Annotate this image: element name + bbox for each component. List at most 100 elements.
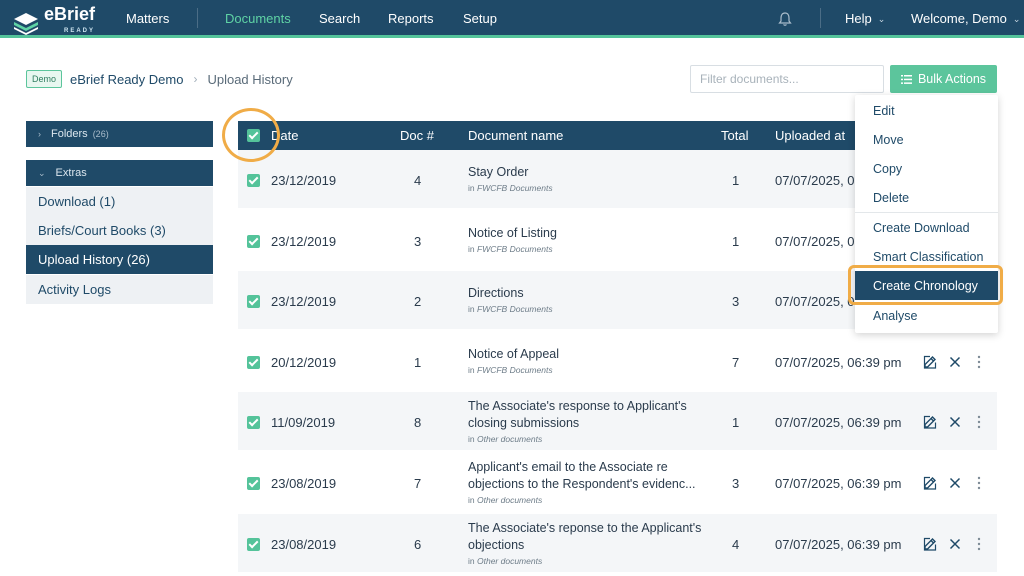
close-icon[interactable] [947, 414, 963, 430]
folder-prefix: in [468, 304, 475, 315]
row-document-name[interactable]: The Associate's reponse to the Applicant… [468, 520, 708, 554]
row-folder-name: Other documents [477, 434, 543, 445]
row-folder-name: FWCFB Documents [477, 183, 553, 193]
extras-label: Extras [55, 167, 87, 179]
chevron-down-icon: ⌄ [38, 167, 46, 178]
breadcrumb-matter-link[interactable]: eBrief Ready Demo [70, 72, 183, 87]
row-checkbox[interactable] [247, 174, 260, 187]
filter-documents-input[interactable] [690, 65, 884, 93]
menu-item-edit[interactable]: Edit [855, 96, 998, 125]
menu-item-create-download[interactable]: Create Download [855, 213, 998, 242]
row-date: 20/12/2019 [271, 354, 337, 370]
breadcrumb: Demo eBrief Ready Demo › Upload History [26, 68, 293, 90]
row-doc-number: 2 [414, 294, 422, 310]
row-checkbox[interactable] [247, 295, 260, 309]
sidebar-item-download[interactable]: Download (1) [26, 187, 213, 216]
row-uploaded-at: 07/07/2025, 06:39 pm [775, 476, 902, 491]
row-document[interactable]: Directions in FWCFB Documents [468, 285, 708, 314]
row-document-name[interactable]: Notice of Listing [468, 225, 708, 242]
row-checkbox[interactable] [247, 477, 260, 490]
col-document-name[interactable]: Document name [468, 128, 563, 143]
nav-divider [820, 8, 821, 28]
row-checkbox[interactable] [247, 234, 260, 248]
nav-divider [197, 8, 198, 28]
table-row[interactable]: 23/08/2019 6 The Associate's reponse to th… [238, 513, 997, 572]
menu-item-move[interactable]: Move [855, 125, 998, 154]
sidebar-extras-header[interactable]: ⌄ Extras [26, 160, 213, 186]
col-uploaded-at[interactable]: Uploaded at [775, 128, 845, 143]
row-document[interactable]: The Associate's response to Applicant's … [468, 398, 708, 444]
nav-matters[interactable]: Matters [126, 11, 169, 26]
col-doc-number[interactable]: Doc # [400, 128, 434, 143]
help-menu[interactable]: Help ⌄ [845, 11, 885, 26]
table-row[interactable]: 11/09/2019 8 The Associate's response to A… [238, 392, 997, 451]
row-document[interactable]: Notice of Listing in FWCFB Documents [468, 225, 708, 254]
row-document[interactable]: Stay Order in FWCFB Documents [468, 164, 708, 193]
row-folder: in FWCFB Documents [468, 244, 708, 254]
row-document-name[interactable]: Applicant's email to the Associate re ob… [468, 459, 708, 493]
row-date: 23/12/2019 [271, 233, 337, 249]
row-folder: in Other documents [468, 556, 708, 566]
menu-item-analyse[interactable]: Analyse [855, 301, 998, 330]
sidebar-item-activity-logs[interactable]: Activity Logs [26, 275, 213, 304]
sidebar-item-briefs[interactable]: Briefs/Court Books (3) [26, 216, 213, 245]
sidebar-folders-header[interactable]: › Folders (26) [26, 121, 213, 147]
row-total: 7 [732, 354, 740, 370]
bulk-actions-button[interactable]: Bulk Actions [890, 65, 997, 93]
nav-search[interactable]: Search [319, 11, 360, 26]
row-uploaded-at: 07/07/2025, 06 [775, 173, 862, 188]
folders-label: Folders [51, 128, 88, 140]
close-icon[interactable] [947, 475, 963, 491]
row-document-name[interactable]: Notice of Appeal [468, 346, 708, 363]
edit-icon[interactable] [922, 414, 938, 430]
row-document-name[interactable]: Stay Order [468, 164, 708, 181]
row-document[interactable]: Notice of Appeal in FWCFB Documents [468, 346, 708, 375]
row-document[interactable]: Applicant's email to the Associate re ob… [468, 459, 708, 505]
row-total: 3 [732, 476, 740, 491]
row-document-name[interactable]: Directions [468, 285, 708, 302]
row-doc-number: 3 [414, 233, 422, 249]
row-total: 1 [732, 233, 740, 249]
table-row[interactable]: 20/12/2019 1 Notice of Appeal in FWCFB Docu… [238, 332, 997, 390]
more-options-icon[interactable] [971, 536, 987, 552]
col-total[interactable]: Total [721, 128, 748, 143]
ebrief-logo[interactable]: eBrief READY [12, 5, 96, 39]
row-doc-number: 7 [414, 476, 422, 491]
row-doc-number: 6 [414, 536, 422, 552]
folders-count: (26) [92, 129, 109, 139]
bulk-actions-label: Bulk Actions [917, 72, 987, 86]
edit-icon[interactable] [922, 354, 938, 370]
row-folder-name: FWCFB Documents [477, 304, 553, 315]
nav-reports[interactable]: Reports [388, 11, 434, 26]
more-options-icon[interactable] [971, 475, 987, 491]
folder-prefix: in [468, 434, 475, 445]
row-folder-name: Other documents [477, 555, 543, 566]
row-date: 11/09/2019 [271, 415, 336, 431]
row-date: 23/08/2019 [271, 476, 337, 491]
logo-stack-icon [14, 12, 38, 35]
edit-icon[interactable] [922, 536, 938, 552]
nav-setup[interactable]: Setup [463, 11, 497, 26]
row-date: 23/08/2019 [271, 536, 337, 552]
row-checkbox[interactable] [247, 355, 260, 369]
close-icon[interactable] [947, 536, 963, 552]
sidebar-item-upload-history[interactable]: Upload History (26) [26, 245, 213, 274]
user-menu[interactable]: Welcome, Demo ⌄ [911, 11, 1020, 26]
more-options-icon[interactable] [971, 414, 987, 430]
nav-documents[interactable]: Documents [225, 11, 291, 26]
row-document[interactable]: The Associate's reponse to the Applicant… [468, 520, 708, 566]
table-row[interactable]: 23/08/2019 7 Applicant's email to the Asso… [238, 453, 997, 511]
row-folder: in Other documents [468, 434, 708, 444]
row-checkbox[interactable] [247, 416, 260, 430]
menu-item-delete[interactable]: Delete [855, 183, 998, 212]
row-total: 1 [732, 173, 740, 188]
row-document-name[interactable]: The Associate's response to Applicant's … [468, 398, 708, 432]
more-options-icon[interactable] [971, 354, 987, 370]
logo-sub: READY [64, 28, 96, 34]
edit-icon[interactable] [922, 475, 938, 491]
row-checkbox[interactable] [247, 537, 260, 551]
close-icon[interactable] [947, 354, 963, 370]
notification-bell-icon[interactable] [777, 11, 793, 27]
menu-item-copy[interactable]: Copy [855, 154, 998, 183]
row-folder-name: Other documents [477, 495, 543, 505]
